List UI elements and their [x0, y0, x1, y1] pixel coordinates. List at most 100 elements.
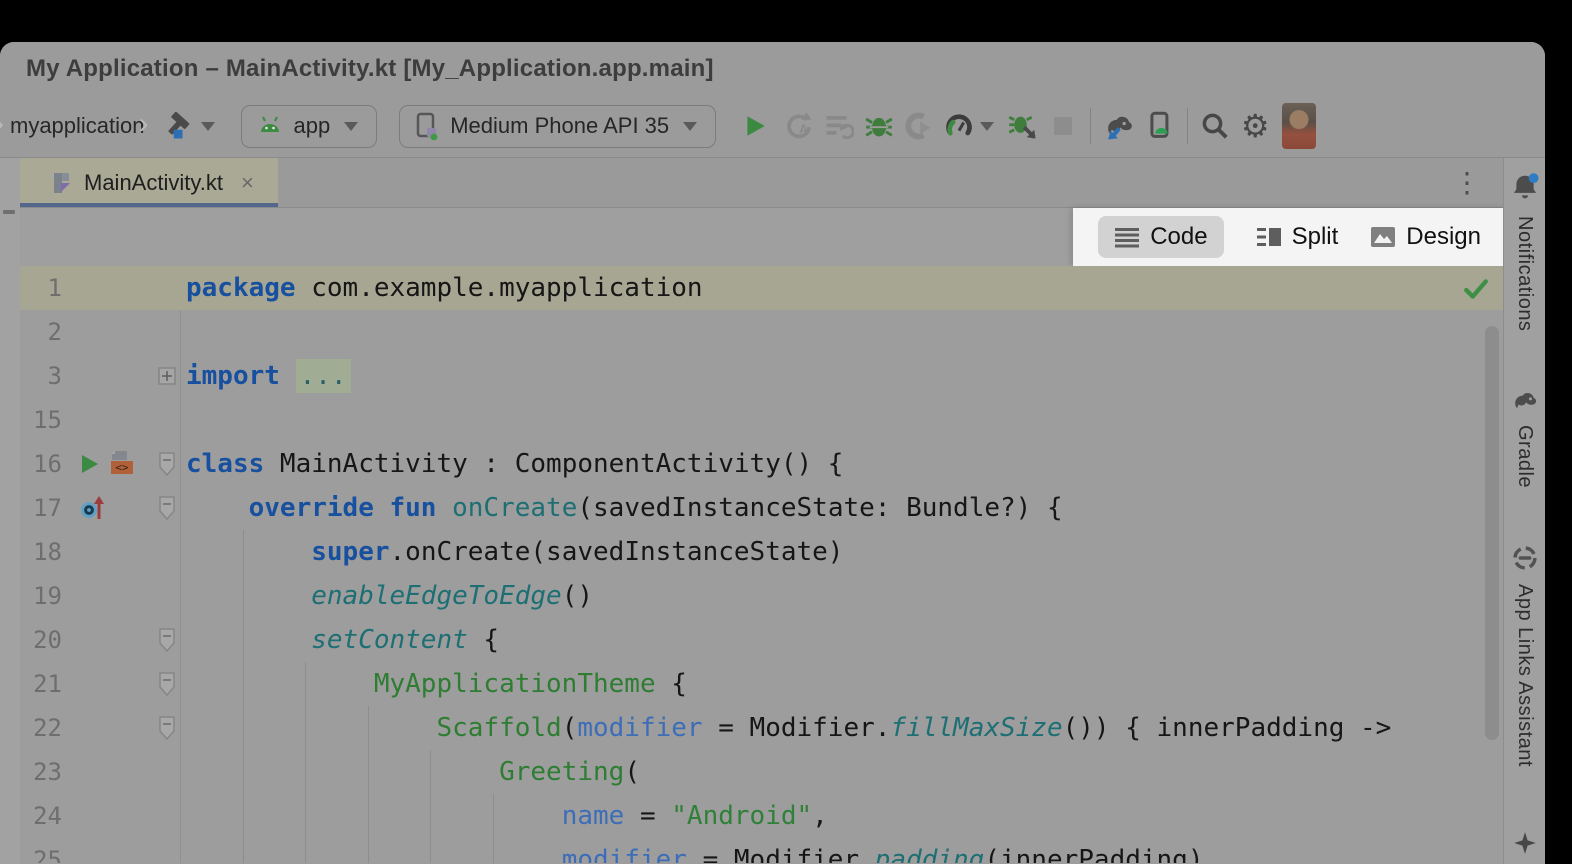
code-line[interactable]: 20 setContent { [20, 618, 1545, 662]
code-text[interactable]: import ... [180, 354, 1545, 398]
collapse-fold-icon[interactable] [158, 671, 176, 697]
code-text[interactable]: modifier = Modifier.padding(innerPadding… [180, 838, 1545, 863]
view-mode-design-label: Design [1406, 223, 1481, 251]
code-text[interactable]: setContent { [180, 618, 1545, 662]
bell-icon[interactable] [1510, 172, 1540, 204]
window-title: My Application – MainActivity.kt [My_App… [26, 55, 714, 83]
fold-column [154, 354, 180, 398]
code-line[interactable]: 3 import ... [20, 354, 1545, 398]
code-text[interactable]: MyApplicationTheme { [180, 662, 1545, 706]
module-selector[interactable]: app [241, 105, 378, 148]
tab-mainactivity[interactable]: MainActivity.kt × [20, 158, 278, 207]
collapse-fold-icon[interactable] [158, 495, 176, 521]
chevron-right-icon: › [0, 107, 4, 141]
indent-guide [243, 794, 244, 838]
inspection-ok-check-icon[interactable] [1463, 276, 1489, 302]
editor-scrollbar[interactable] [1485, 326, 1499, 740]
code-text[interactable]: class MainActivity : ComponentActivity()… [180, 442, 1545, 486]
compose-preview-file-icon[interactable]: <> [106, 449, 136, 479]
code-text[interactable]: override fun onCreate(savedInstanceState… [180, 486, 1545, 530]
code-text[interactable]: enableEdgeToEdge() [180, 574, 1545, 618]
kotlin-file-icon [46, 170, 72, 196]
gemini-sparkle-icon[interactable] [1512, 830, 1538, 856]
view-mode-panel: Code Split [1073, 208, 1505, 266]
fold-column [154, 706, 180, 750]
line-number: 25 [20, 838, 62, 863]
user-avatar[interactable] [1282, 103, 1316, 149]
code-line[interactable]: 1package com.example.myapplication [20, 266, 1545, 310]
overrides-method-icon[interactable] [78, 494, 108, 522]
apply-changes-restart-icon[interactable]: A [782, 109, 816, 143]
gutter-icons [62, 310, 154, 354]
code-line[interactable]: 23 Greeting( [20, 750, 1545, 794]
code-text[interactable]: super.onCreate(savedInstanceState) [180, 530, 1545, 574]
code-line[interactable]: 21 MyApplicationTheme { [20, 662, 1545, 706]
profiler-gauge-icon[interactable] [942, 109, 976, 143]
device-selector[interactable]: Medium Phone API 35 [399, 105, 716, 148]
indent-guide [305, 750, 306, 794]
code-line[interactable]: 18 super.onCreate(savedInstanceState) [20, 530, 1545, 574]
expand-fold-icon[interactable] [158, 367, 176, 385]
code-text[interactable] [180, 398, 1545, 442]
code-text[interactable]: Scaffold(modifier = Modifier.fillMaxSize… [180, 706, 1545, 750]
gutter-icons [62, 618, 154, 662]
code-text[interactable]: name = "Android", [180, 794, 1545, 838]
build-hammer-icon[interactable] [163, 109, 197, 143]
chevron-down-icon [683, 122, 697, 131]
gradle-elephant-icon[interactable] [1510, 387, 1540, 413]
code-line[interactable]: 22 Scaffold(modifier = Modifier.fillMaxS… [20, 706, 1545, 750]
indent-guide [243, 530, 244, 574]
fold-column [154, 618, 180, 662]
view-mode-design[interactable]: Design [1370, 223, 1481, 251]
code-line[interactable]: 15 [20, 398, 1545, 442]
search-icon[interactable] [1198, 109, 1232, 143]
gutter-icons [62, 354, 154, 398]
code-line[interactable]: 25 modifier = Modifier.padding(innerPadd… [20, 838, 1545, 863]
stripe-item-app-links-assistant[interactable]: App Links Assistant [1513, 584, 1536, 767]
fold-column [154, 838, 180, 863]
settings-gear-icon[interactable]: ⚙ [1238, 109, 1272, 143]
code-line[interactable]: 24 name = "Android", [20, 794, 1545, 838]
left-tool-stripe[interactable] [0, 158, 20, 864]
screen: My Application – MainActivity.kt [My_App… [0, 0, 1572, 864]
gradle-sync-icon[interactable] [1101, 109, 1135, 143]
code-line[interactable]: 19 enableEdgeToEdge() [20, 574, 1545, 618]
view-mode-code[interactable]: Code [1098, 216, 1223, 258]
profile-debuggable-icon[interactable] [1006, 109, 1040, 143]
fold-column [154, 794, 180, 838]
code-text[interactable]: package com.example.myapplication [180, 266, 1545, 310]
svg-text:A: A [799, 123, 808, 137]
collapse-fold-icon[interactable] [158, 627, 176, 653]
code-line[interactable]: 2 [20, 310, 1545, 354]
stripe-handle-icon[interactable] [3, 210, 15, 214]
more-options-icon[interactable]: ⋮ [1453, 166, 1481, 199]
run-button[interactable] [738, 109, 772, 143]
debug-bug-icon[interactable] [862, 109, 896, 143]
apply-code-changes-icon[interactable] [822, 109, 856, 143]
chevron-down-icon[interactable] [201, 122, 215, 131]
stripe-item-gradle[interactable]: Gradle [1513, 425, 1536, 488]
code-editor[interactable]: 1package com.example.myapplication23 imp… [0, 266, 1545, 863]
chevron-down-icon[interactable] [980, 122, 994, 131]
view-mode-split[interactable]: Split [1256, 223, 1339, 251]
device-manager-icon[interactable] [1143, 109, 1177, 143]
stripe-item-notifications[interactable]: Notifications [1513, 216, 1536, 331]
code-text[interactable] [180, 310, 1545, 354]
indent-guide [493, 794, 494, 838]
close-icon[interactable]: × [241, 170, 254, 196]
attach-debugger-icon[interactable] [902, 109, 936, 143]
android-studio-window: My Application – MainActivity.kt [My_App… [0, 42, 1545, 864]
fold-column [154, 486, 180, 530]
code-line[interactable]: 17 override fun onCreate(savedInstanceSt… [20, 486, 1545, 530]
breadcrumb[interactable]: myapplication [10, 113, 145, 139]
code-text[interactable]: Greeting( [180, 750, 1545, 794]
tab-label: MainActivity.kt [84, 170, 223, 196]
run-gutter-icon[interactable] [78, 452, 100, 476]
code-line[interactable]: 16 <> class MainActivity : ComponentActi… [20, 442, 1545, 486]
fold-column [154, 266, 180, 310]
line-number: 23 [20, 750, 62, 794]
collapse-fold-icon[interactable] [158, 451, 176, 477]
collapse-fold-icon[interactable] [158, 715, 176, 741]
view-mode-code-label: Code [1150, 223, 1207, 251]
app-links-icon[interactable] [1511, 544, 1539, 572]
